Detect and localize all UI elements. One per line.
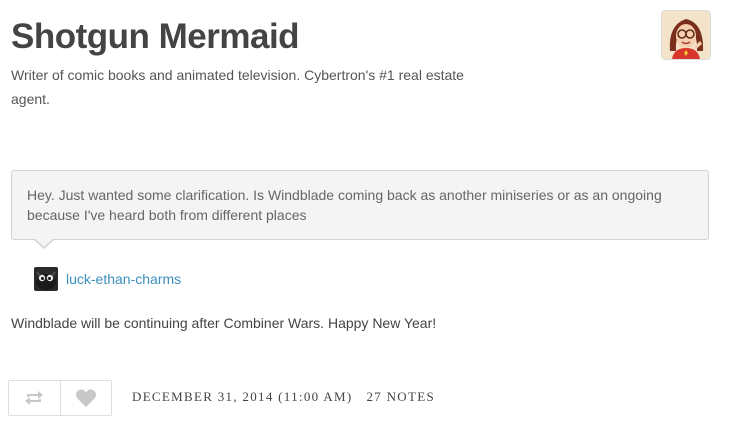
reblog-icon <box>25 391 44 405</box>
blog-title[interactable]: Shotgun Mermaid <box>11 15 300 59</box>
avatar-image <box>662 11 710 59</box>
asker: luck-ethan-charms <box>34 267 181 291</box>
post-date[interactable]: DECEMBER 31, 2014 (11:00 AM) <box>132 389 352 404</box>
answer-text: Windblade will be continuing after Combi… <box>11 315 437 331</box>
blog-description: Writer of comic books and animated telev… <box>11 67 464 107</box>
question-pointer <box>33 238 55 249</box>
asker-avatar[interactable] <box>34 267 58 291</box>
ask-question: Hey. Just wanted some clarification. Is … <box>11 170 709 240</box>
question-text: Hey. Just wanted some clarification. Is … <box>27 187 662 223</box>
asker-link[interactable]: luck-ethan-charms <box>66 267 181 291</box>
post-notes[interactable]: 27 NOTES <box>366 389 435 404</box>
heart-icon <box>75 389 96 407</box>
reblog-button[interactable] <box>9 381 60 415</box>
blog-avatar[interactable] <box>662 11 710 59</box>
post-meta: DECEMBER 31, 2014 (11:00 AM) 27 NOTES <box>132 388 435 406</box>
post-actions <box>8 380 112 416</box>
like-button[interactable] <box>59 381 112 415</box>
